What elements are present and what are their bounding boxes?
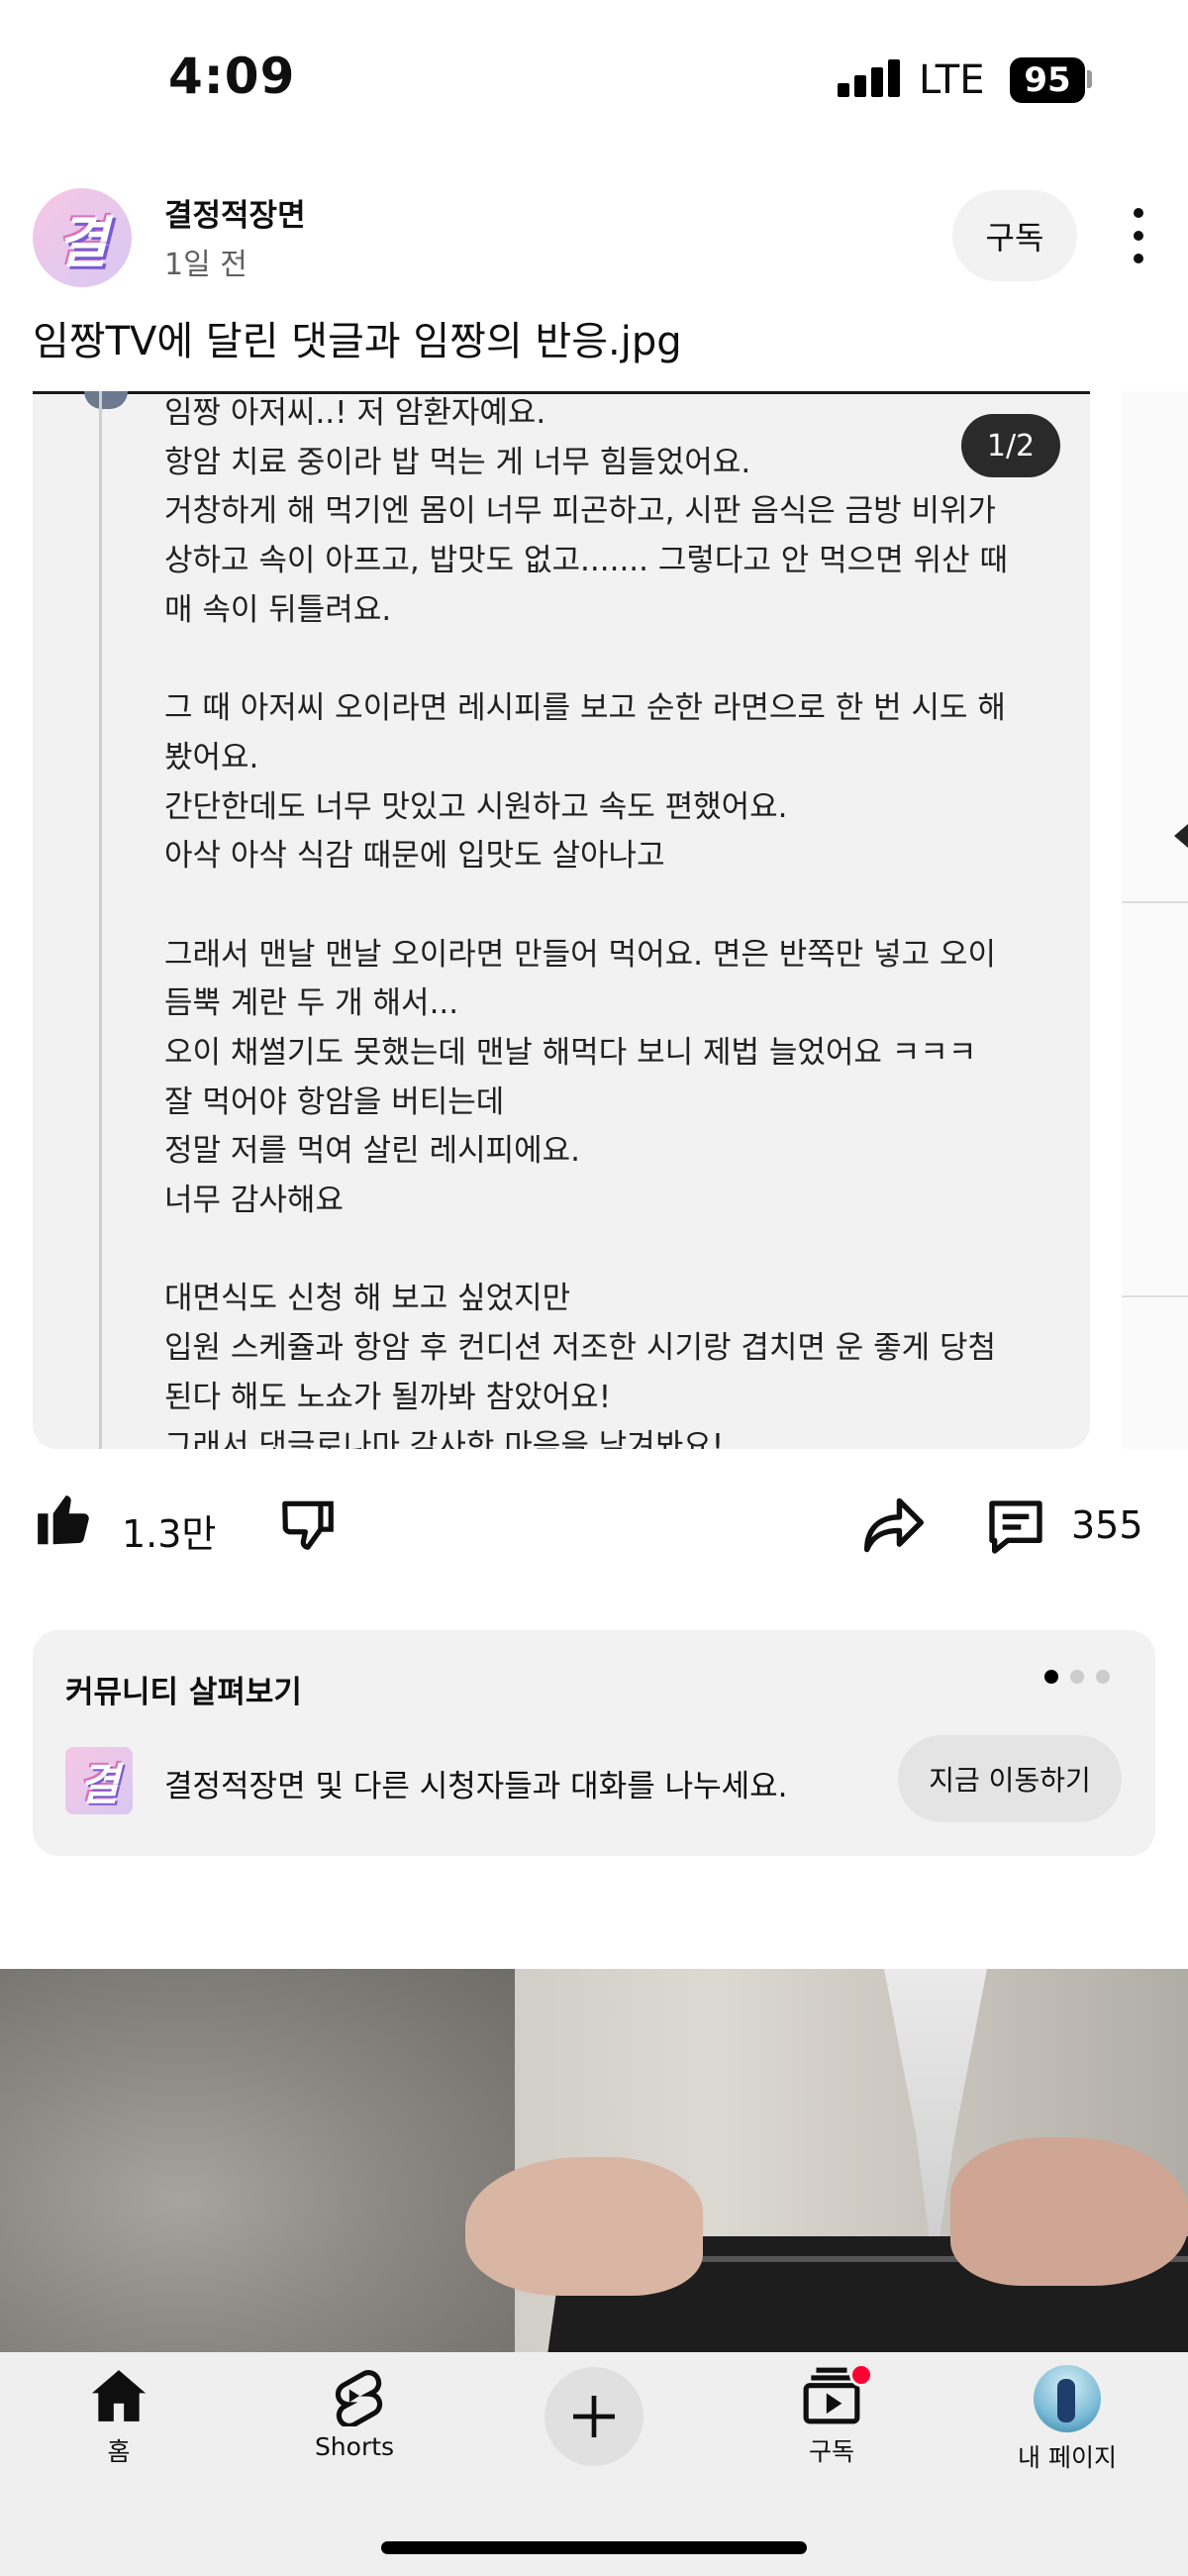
- comment-line: 듬뿍 계란 두 개 해서...: [164, 985, 459, 1022]
- home-icon: [91, 2370, 147, 2421]
- share-icon: [864, 1497, 924, 1553]
- comment-line: 그 때 아저씨 오이라면 레시피를 보고 순한 라면으로 한 번 시도 해: [164, 690, 1006, 727]
- comments-button[interactable]: [984, 1495, 1047, 1559]
- comment-icon: [989, 1500, 1042, 1554]
- battery-tip: [1087, 70, 1092, 88]
- comment-line: 항암 치료 중이라 밥 먹는 게 너무 힘들었어요.: [164, 444, 751, 480]
- carousel-dots: [1044, 1670, 1110, 1684]
- comment-avatar: [84, 391, 128, 409]
- thumbs-down-icon: [282, 1500, 334, 1550]
- chevron-left-icon: [1174, 824, 1188, 848]
- channel-name[interactable]: 결정적장면: [164, 190, 306, 235]
- page-indicator-badge: 1/2: [961, 414, 1060, 477]
- nav-subscriptions[interactable]: 구독: [733, 2363, 931, 2468]
- thread-line: [99, 391, 102, 1449]
- comment-line: 매 속이 뒤틀려요.: [164, 591, 392, 628]
- community-title: 커뮤니티 살펴보기: [65, 1675, 302, 1710]
- thumbs-up-icon: [38, 1495, 89, 1545]
- comment-line: 잘 먹어야 항암을 버티는데: [164, 1083, 505, 1120]
- video-thumbnail[interactable]: [0, 1969, 1188, 2352]
- comment-count: 355: [1071, 1503, 1143, 1547]
- shorts-icon: [335, 2370, 383, 2426]
- create-button[interactable]: [544, 2367, 644, 2466]
- more-options-icon[interactable]: [1129, 208, 1148, 263]
- nav-profile-label: 내 페이지: [1018, 2443, 1117, 2472]
- community-description: 결정적장면 및 다른 시청자들과 대화를 나누세요.: [164, 1769, 788, 1804]
- comment-line: 오이 채썰기도 못했는데 맨날 해먹다 보니 제법 늘었어요 ㅋㅋㅋ: [164, 1034, 977, 1071]
- notification-dot: [849, 2363, 873, 2387]
- like-button[interactable]: [33, 1491, 94, 1552]
- share-button[interactable]: [861, 1495, 927, 1555]
- comment-line: 그래서 맨날 맨날 오이라면 만들어 먹어요. 면은 반쪽만 넣고 오이: [164, 936, 997, 973]
- comment-line: [164, 635, 1055, 684]
- comment-line: [164, 881, 1055, 931]
- nav-home[interactable]: 홈: [20, 2365, 218, 2468]
- nav-shorts-label: Shorts: [314, 2432, 395, 2461]
- home-indicator: [381, 2541, 807, 2554]
- channel-avatar[interactable]: 결: [33, 188, 132, 287]
- comment-line: 정말 저를 먹여 살린 레시피에요.: [164, 1133, 581, 1170]
- nav-profile[interactable]: 내 페이지: [968, 2365, 1166, 2474]
- next-image-preview[interactable]: [1122, 391, 1188, 1449]
- post-time: 1일 전: [164, 248, 248, 282]
- post-title: 임짱TV에 달린 댓글과 임짱의 반응.jpg: [33, 319, 682, 364]
- plus-icon: [573, 2396, 615, 2437]
- comment-line: 상하고 속이 아프고, 밥맛도 없고....... 그렇다고 안 먹으면 위산 …: [164, 543, 1008, 579]
- comment-line: 입원 스케쥴과 항암 후 컨디션 저조한 시기랑 겹치면 운 좋게 당첨: [164, 1330, 997, 1367]
- comment-line: 그래서 댓글로나마 감사한 마음을 남겨봐요!: [164, 1428, 725, 1449]
- comment-line: 간단한데도 너무 맛있고 시원하고 속도 편했어요.: [164, 788, 788, 825]
- network-type: LTE: [919, 57, 985, 103]
- avatar-glyph: 결: [78, 1760, 120, 1810]
- avatar-glyph: 결: [56, 210, 108, 275]
- nav-subscriptions-label: 구독: [808, 2437, 854, 2466]
- battery-icon: 95: [1010, 57, 1085, 103]
- post-image-card[interactable]: 임짱 아저씨..! 저 암환자예요. 항암 치료 중이라 밥 먹는 게 너무 힘들…: [33, 391, 1090, 1449]
- status-time: 4:09: [168, 48, 296, 105]
- nav-home-label: 홈: [107, 2437, 131, 2466]
- like-count: 1.3만: [122, 1512, 217, 1556]
- comment-line: 된다 해도 노쇼가 될까봐 참았어요!: [164, 1379, 612, 1415]
- go-to-community-button[interactable]: 지금 이동하기: [898, 1735, 1122, 1822]
- comment-line: 너무 감사해요: [164, 1183, 344, 1218]
- comment-line: 아삭 아삭 식감 때문에 입맛도 살아나고: [164, 838, 665, 875]
- comment-text: 임짱 아저씨..! 저 암환자예요. 항암 치료 중이라 밥 먹는 게 너무 힘들…: [164, 391, 1055, 1449]
- profile-avatar: [1034, 2365, 1101, 2432]
- comment-line: 대면식도 신청 해 보고 싶었지만: [164, 1281, 571, 1317]
- signal-icon: [838, 59, 901, 97]
- community-channel-avatar: 결: [65, 1747, 133, 1814]
- dislike-button[interactable]: [277, 1494, 339, 1555]
- nav-shorts[interactable]: Shorts: [255, 2365, 453, 2461]
- subscribe-button[interactable]: 구독: [952, 190, 1077, 281]
- comment-line: 봤어요.: [164, 739, 259, 775]
- comment-line: 거창하게 해 먹기엔 몸이 너무 피곤하고, 시판 음식은 금방 비위가: [164, 493, 997, 530]
- comment-line: 임짱 아저씨..! 저 암환자예요.: [164, 395, 546, 431]
- comment-line: [164, 1226, 1055, 1276]
